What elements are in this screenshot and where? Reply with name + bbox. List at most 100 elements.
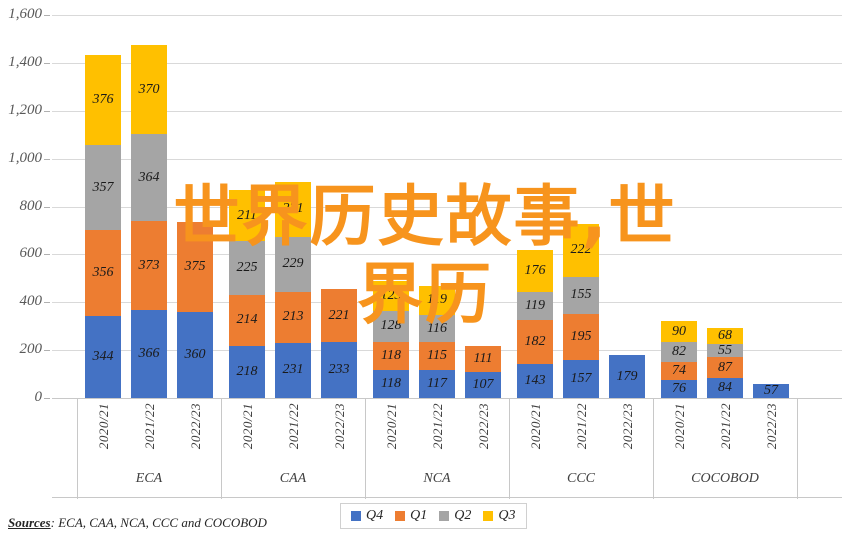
bar-segment-q4[interactable]: 118 <box>373 369 409 398</box>
bar-segment-q2[interactable]: 82 <box>661 342 697 363</box>
legend-item[interactable]: Q3 <box>483 508 516 524</box>
bar-segment-q3[interactable]: 123 <box>373 281 409 311</box>
bar-segment-q4[interactable]: 107 <box>465 372 501 398</box>
legend-label: Q4 <box>366 508 384 523</box>
bar-segment-q2[interactable]: 116 <box>419 314 455 343</box>
stacked-bar[interactable]: 179 <box>609 355 645 398</box>
bar-value-label: 74 <box>672 362 686 378</box>
bar-segment-q3[interactable]: 211 <box>229 190 265 241</box>
bar-segment-q1[interactable]: 375 <box>177 222 213 312</box>
bar-segment-q4[interactable]: 143 <box>517 363 553 398</box>
bar-segment-q4[interactable]: 179 <box>609 355 645 398</box>
bar-segment-q1[interactable]: 74 <box>661 362 697 380</box>
bar-segment-q4[interactable]: 366 <box>131 310 167 398</box>
y-axis-tick-label: 0 <box>34 389 43 405</box>
bar-segment-q1[interactable]: 221 <box>321 289 357 343</box>
bar-segment-q4[interactable]: 231 <box>275 342 311 398</box>
bar-segment-q2[interactable]: 155 <box>563 276 599 314</box>
bar-segment-q3[interactable]: 90 <box>661 320 697 343</box>
bar-value-label: 225 <box>236 259 258 275</box>
stacked-bar[interactable]: 117 115 116 119 <box>419 286 455 398</box>
bar-value-label: 179 <box>616 368 638 384</box>
bar-segment-q1[interactable]: 111 <box>465 345 501 373</box>
legend-item[interactable]: Q2 <box>439 508 471 524</box>
bar-segment-q2[interactable]: 119 <box>517 291 553 321</box>
stacked-bar[interactable]: 360 375 <box>177 222 213 398</box>
bar-value-label: 360 <box>184 346 206 362</box>
stacked-bar[interactable]: 231 213 229 231 <box>275 181 311 398</box>
bar-segment-q3[interactable]: 231 <box>275 181 311 237</box>
bar-value-label: 222 <box>570 242 592 258</box>
bar-value-label: 117 <box>427 376 447 391</box>
y-axis-tick-mark <box>44 62 50 64</box>
y-axis-tick-mark <box>44 350 50 352</box>
bar-segment-q4[interactable]: 218 <box>229 345 265 398</box>
legend-swatch-icon <box>351 511 361 521</box>
y-axis-tick-mark <box>44 254 50 256</box>
bar-value-label: 182 <box>524 334 546 349</box>
bar-segment-q3[interactable]: 68 <box>707 327 743 344</box>
bar-segment-q3[interactable]: 376 <box>85 55 121 145</box>
bar-value-label: 373 <box>138 257 160 273</box>
bar-segment-q4[interactable]: 117 <box>419 370 455 398</box>
bar-segment-q1[interactable]: 214 <box>229 294 265 346</box>
bar-segment-q2[interactable]: 229 <box>275 236 311 292</box>
y-axis-tick-mark <box>44 110 50 112</box>
stacked-bar[interactable]: 57 <box>753 384 789 398</box>
stacked-bar[interactable]: 76 74 82 90 <box>661 320 697 398</box>
bar-segment-q3[interactable]: 119 <box>419 286 455 315</box>
stacked-bar[interactable]: 233 221 <box>321 289 357 398</box>
stacked-bar[interactable]: 366 373 364 370 <box>131 45 167 398</box>
legend-item[interactable]: Q4 <box>351 508 383 524</box>
bar-segment-q4[interactable]: 157 <box>563 360 599 398</box>
x-axis-period-label: 2020/21 <box>384 403 399 450</box>
stacked-bar[interactable]: 107 111 <box>465 345 501 398</box>
bar-segment-q2[interactable]: 128 <box>373 310 409 342</box>
bar-value-label: 229 <box>282 256 304 272</box>
bar-segment-q3[interactable]: 370 <box>131 45 167 134</box>
bar-value-label: 356 <box>92 265 114 281</box>
legend-item[interactable]: Q1 <box>395 508 427 524</box>
bar-segment-q1[interactable]: 356 <box>85 230 121 316</box>
bar-value-label: 116 <box>427 320 447 336</box>
bar-segment-q1[interactable]: 182 <box>517 320 553 364</box>
bar-value-label: 195 <box>570 329 592 345</box>
bar-value-label: 119 <box>525 297 545 313</box>
bar-segment-q2[interactable]: 55 <box>707 343 743 358</box>
bar-segment-q4[interactable]: 76 <box>661 379 697 398</box>
bar-segment-q4[interactable]: 84 <box>707 377 743 398</box>
bar-segment-q1[interactable]: 118 <box>373 341 409 370</box>
stacked-bar[interactable]: 157 195 155 222 <box>563 223 599 398</box>
bar-segment-q1[interactable]: 115 <box>419 342 455 370</box>
bars-layer: 344 356 357 376 366 373 364 370 360 375 218 214 225 2… <box>52 15 842 398</box>
stacked-bar[interactable]: 218 214 225 211 <box>229 190 265 398</box>
bar-segment-q2[interactable]: 357 <box>85 145 121 231</box>
legend-swatch-icon <box>439 511 450 521</box>
bar-segment-q2[interactable]: 225 <box>229 240 265 295</box>
x-axis-period-label: 2022/23 <box>332 403 347 450</box>
bar-value-label: 118 <box>381 347 401 363</box>
bar-segment-q1[interactable]: 87 <box>707 357 743 378</box>
bar-value-label: 211 <box>237 207 257 223</box>
source-note: Sources: ECA, CAA, NCA, CCC and COCOBOD <box>8 515 267 531</box>
stacked-bar[interactable]: 118 118 128 123 <box>373 281 409 398</box>
bar-segment-q4[interactable]: 233 <box>321 342 357 398</box>
x-axis-period-label: 2021/22 <box>430 403 445 450</box>
bar-segment-q4[interactable]: 360 <box>177 311 213 398</box>
bar-value-label: 231 <box>282 201 304 217</box>
bar-segment-q1[interactable]: 195 <box>563 313 599 361</box>
bar-segment-q1[interactable]: 213 <box>275 291 311 343</box>
bar-segment-q3[interactable]: 222 <box>563 223 599 277</box>
chart-legend[interactable]: Q4 Q1 Q2 Q3 <box>340 503 527 529</box>
bar-segment-q3[interactable]: 176 <box>517 249 553 292</box>
bar-segment-q2[interactable]: 364 <box>131 133 167 222</box>
bar-value-label: 233 <box>328 362 350 378</box>
bar-segment-q1[interactable]: 373 <box>131 221 167 311</box>
bar-segment-q4[interactable]: 344 <box>85 315 121 398</box>
bar-segment-q4[interactable]: 57 <box>753 384 789 398</box>
stacked-bar[interactable]: 344 356 357 376 <box>85 55 121 398</box>
stacked-bar[interactable]: 84 87 55 68 <box>707 327 743 398</box>
stacked-bar[interactable]: 143 182 119 176 <box>517 249 553 398</box>
legend-label: Q2 <box>454 508 472 523</box>
bar-value-label: 221 <box>328 307 350 323</box>
